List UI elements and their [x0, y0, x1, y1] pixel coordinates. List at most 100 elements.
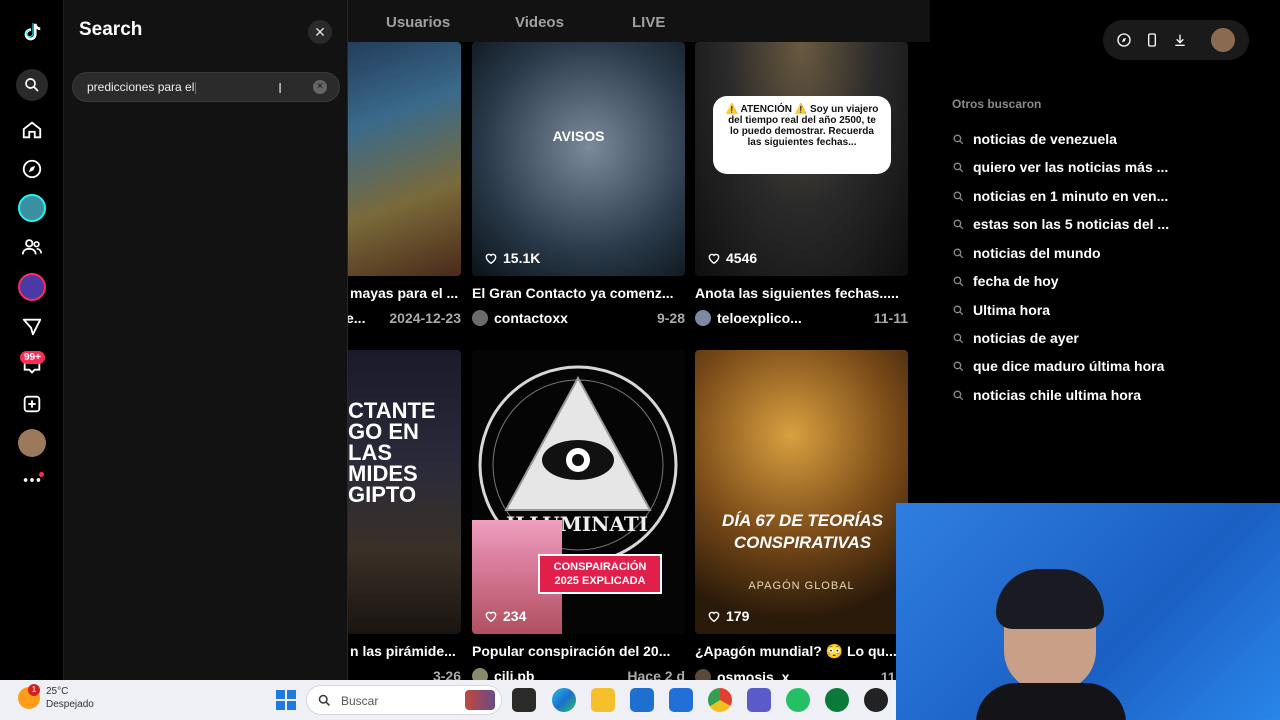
search-tabs: Usuarios Videos LIVE	[348, 0, 930, 42]
related-search-item[interactable]: fecha de hoy	[952, 273, 1059, 289]
tiktok-logo-icon[interactable]	[16, 16, 48, 48]
upwork-icon[interactable]	[825, 688, 849, 712]
related-search-label: Ultima hora	[973, 302, 1051, 318]
weather-widget[interactable]: 1 25°C Despejado	[18, 684, 94, 711]
related-search-label: que dice maduro última hora	[973, 358, 1165, 374]
clear-search-icon[interactable]: ×	[313, 80, 327, 94]
related-search-label: estas son las 5 noticias del ...	[973, 216, 1170, 232]
search-icon	[953, 191, 964, 201]
video-caption[interactable]: Popular conspiración del 20...	[472, 643, 685, 659]
taskbar-search-placeholder: Buscar	[341, 694, 379, 708]
search-icon	[953, 248, 964, 258]
related-search-item[interactable]: noticias chile ultima hora	[952, 387, 1141, 403]
close-search-button[interactable]: ✕	[308, 20, 332, 44]
video-date: Hace 2 d	[627, 668, 685, 680]
user-avatar[interactable]	[1211, 28, 1235, 52]
related-search-label: noticias del mundo	[973, 245, 1101, 261]
taskbar-search-input[interactable]: Buscar	[306, 685, 502, 715]
video-caption[interactable]: mayas para el ...	[348, 285, 461, 301]
following-avatar[interactable]	[18, 194, 46, 222]
video-card[interactable]: CTANTE GO EN LAS MIDES GIPTO n las pirám…	[348, 350, 461, 680]
friends-icon[interactable]	[16, 231, 48, 263]
search-panel: Search ✕ predicciones para el I ×	[64, 0, 348, 680]
text-caret	[195, 81, 197, 94]
related-search-item[interactable]: noticias del mundo	[952, 245, 1101, 261]
video-caption[interactable]: n las pirámide...	[348, 643, 461, 659]
related-search-item[interactable]: quiero ver las noticias más ...	[952, 159, 1168, 175]
thumbnail-overlay-text: CTANTE GO EN LAS MIDES GIPTO	[348, 398, 436, 507]
teams-icon[interactable]	[747, 688, 771, 712]
thumbnail-overlay-text: ⚠️ ATENCIÓN ⚠️ Soy un viajero del tiempo…	[713, 96, 891, 174]
related-search-label: fecha de hoy	[973, 273, 1059, 289]
search-icon	[953, 390, 964, 400]
webcam-overlay	[896, 503, 1280, 720]
related-search-item[interactable]: noticias en 1 minuto en ven...	[952, 188, 1168, 204]
windows-taskbar: 1 25°C Despejado Buscar	[0, 680, 896, 720]
thumbnail-overlay-text: DÍA 67 DE TEORÍAS CONSPIRATIVAS	[722, 511, 883, 552]
like-count-value: 4546	[726, 250, 758, 266]
search-input[interactable]: predicciones para el I ×	[72, 72, 340, 102]
like-count: 15.1K	[484, 250, 540, 266]
video-grid: mayas para el ... e... 2024-12-23 AVISOS…	[348, 42, 930, 680]
video-thumbnail[interactable]: ILLUMINATI CONSPAIRACIÓN 2025 EXPLICADA …	[472, 350, 685, 634]
chrome-icon[interactable]	[708, 688, 732, 712]
video-thumbnail[interactable]: CTANTE GO EN LAS MIDES GIPTO	[348, 350, 461, 634]
video-date: 2024-12-23	[389, 310, 461, 326]
video-author[interactable]: cili.pb	[494, 668, 534, 680]
video-card[interactable]: mayas para el ... e... 2024-12-23	[348, 42, 461, 326]
tab-videos[interactable]: Videos	[515, 14, 564, 31]
video-author[interactable]: teloexplico...	[717, 310, 802, 326]
related-search-label: noticias de venezuela	[973, 131, 1117, 147]
profile-avatar[interactable]	[18, 429, 46, 457]
windows-start-icon[interactable]	[276, 690, 296, 710]
live-icon[interactable]	[18, 273, 46, 301]
edge-browser-icon[interactable]	[552, 688, 576, 712]
weather-condition: Despejado	[46, 699, 94, 710]
search-icon[interactable]	[16, 69, 48, 101]
video-thumbnail[interactable]	[348, 42, 461, 276]
upload-plus-icon[interactable]	[16, 388, 48, 420]
whatsapp-icon[interactable]	[786, 688, 810, 712]
tab-usuarios[interactable]: Usuarios	[386, 14, 450, 31]
video-caption[interactable]: Anota las siguientes fechas.....	[695, 285, 908, 301]
tab-live[interactable]: LIVE	[632, 14, 665, 31]
weather-temperature: 25°C	[46, 686, 69, 697]
task-view-icon[interactable]	[512, 688, 536, 712]
store-icon[interactable]	[630, 688, 654, 712]
obs-icon[interactable]	[864, 688, 888, 712]
author-avatar	[695, 669, 711, 680]
related-search-item[interactable]: noticias de ayer	[952, 330, 1079, 346]
video-author[interactable]: contactoxx	[494, 310, 568, 326]
phone-icon[interactable]	[1144, 32, 1160, 48]
coins-icon[interactable]	[1116, 32, 1132, 48]
author-avatar	[472, 668, 488, 680]
messages-send-icon[interactable]	[16, 311, 48, 343]
related-search-label: quiero ver las noticias más ...	[973, 159, 1169, 175]
more-dots-icon[interactable]	[16, 464, 48, 496]
video-card[interactable]: ILLUMINATI CONSPAIRACIÓN 2025 EXPLICADA …	[472, 350, 685, 680]
related-search-item[interactable]: noticias de venezuela	[952, 131, 1117, 147]
explore-compass-icon[interactable]	[16, 153, 48, 185]
video-author[interactable]: osmosis_x	[717, 669, 789, 680]
related-search-item[interactable]: que dice maduro última hora	[952, 358, 1164, 374]
video-date: 11-11	[873, 310, 908, 326]
video-caption[interactable]: ¿Apagón mundial? 😳 Lo qu...	[695, 643, 908, 660]
download-icon[interactable]	[1172, 32, 1188, 48]
video-caption[interactable]: El Gran Contacto ya comenz...	[472, 285, 685, 301]
video-author[interactable]: e...	[348, 310, 365, 326]
thumbnail-overlay-text: CONSPAIRACIÓN 2025 EXPLICADA	[538, 554, 662, 594]
video-thumbnail[interactable]: ⚠️ ATENCIÓN ⚠️ Soy un viajero del tiempo…	[695, 42, 908, 276]
home-icon[interactable]	[16, 114, 48, 146]
related-search-item[interactable]: Ultima hora	[952, 302, 1050, 318]
related-search-item[interactable]: estas son las 5 noticias del ...	[952, 216, 1169, 232]
video-date: 3-26	[432, 668, 461, 680]
video-card[interactable]: DÍA 67 DE TEORÍAS CONSPIRATIVAS APAGÓN G…	[695, 350, 908, 680]
file-explorer-icon[interactable]	[591, 688, 615, 712]
video-card[interactable]: ⚠️ ATENCIÓN ⚠️ Soy un viajero del tiempo…	[695, 42, 908, 326]
video-thumbnail[interactable]: AVISOS 15.1K	[472, 42, 685, 276]
video-card[interactable]: AVISOS 15.1K El Gran Contacto ya comenz.…	[472, 42, 685, 326]
webcam-person-shirt	[976, 683, 1126, 720]
thumbnail-overlay-subtitle: APAGÓN GLOBAL	[748, 580, 855, 592]
outlook-icon[interactable]	[669, 688, 693, 712]
video-thumbnail[interactable]: DÍA 67 DE TEORÍAS CONSPIRATIVAS APAGÓN G…	[695, 350, 908, 634]
